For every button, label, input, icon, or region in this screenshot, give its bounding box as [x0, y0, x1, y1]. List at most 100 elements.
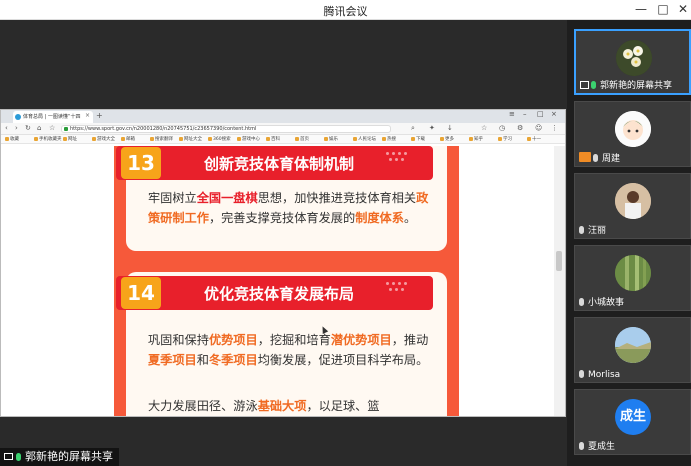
maximize-icon[interactable]: □: [654, 2, 672, 16]
section-13-card: 13 创新竞技体育体制机制 牢固树立全国一盘棋思想，加快推进竞技体育相关政策研制…: [116, 146, 447, 251]
highlight-text: 夏季项目: [148, 353, 197, 367]
section-14-card: 14 优化竞技体育发展布局 巩固和保持优势项目，挖掘和培育潜优势项目，推动夏季项…: [116, 272, 447, 416]
bookmark-item[interactable]: 首页: [295, 136, 309, 142]
address-bar: ‹ › ↻ ⌂ ☆ https://www.sport.gov.cn/n2000…: [1, 123, 565, 135]
participant-tile-wangli[interactable]: 汪丽: [574, 173, 691, 239]
text-run: 巩固和保持: [148, 333, 209, 347]
screen-share-indicator: 郭新艳的屏幕共享: [0, 448, 119, 466]
bookmark-item[interactable]: 娱乐: [324, 136, 338, 142]
text-run: ，以足球、篮: [306, 399, 380, 413]
home-icon[interactable]: ⌂: [37, 124, 41, 132]
participant-name-text: 小城故事: [588, 298, 625, 308]
decorative-dots-icon: [386, 152, 418, 166]
highlight-text: 全国一盘棋: [196, 191, 258, 205]
mic-muted-icon: [579, 370, 584, 378]
participant-name: 夏成生: [579, 439, 615, 452]
bookmark-item[interactable]: 360搜索: [208, 136, 231, 142]
photo-avatar-icon: [615, 183, 651, 219]
participant-name: 汪丽: [579, 223, 606, 236]
participant-tile-zhoujian[interactable]: 周建: [574, 101, 691, 167]
bookmark-item[interactable]: 手机收藏夹: [34, 136, 62, 142]
bookmark-item[interactable]: 下载: [411, 136, 425, 142]
section-14-paragraph-2: 大力发展田径、游泳基础大项，以足球、篮: [148, 396, 438, 416]
infographic-panel: 13 创新竞技体育体制机制 牢固树立全国一盘棋思想，加快推进竞技体育相关政策研制…: [114, 146, 459, 416]
text-run: ，推动: [391, 333, 429, 347]
section-13-paragraph: 牢固树立全国一盘棋思想，加快推进竞技体育相关政策研制工作，完善支撑竞技体育发展的…: [148, 188, 438, 228]
browser-minimize-icon[interactable]: –: [523, 110, 527, 118]
participant-tile-xiaocheng[interactable]: 小城故事: [574, 245, 691, 311]
shared-screen-area: 体育总局 | 一图读懂“十四 × + ≡ – □ × ‹ › ↻ ⌂ ☆ htt…: [0, 20, 567, 466]
bookmark-icon[interactable]: ☆: [481, 124, 487, 132]
section-14-number: 14: [121, 277, 161, 309]
url-field[interactable]: https://www.sport.gov.cn/n20001280/n2074…: [61, 125, 391, 133]
bookmark-item[interactable]: 更多: [440, 136, 454, 142]
bookmark-item[interactable]: 游戏大全: [92, 136, 115, 142]
host-badge-icon: [579, 152, 591, 162]
text-run: 牢固树立: [148, 191, 197, 205]
extension-icon[interactable]: ✦: [429, 124, 435, 132]
minimize-icon[interactable]: —: [632, 2, 650, 16]
section-13-number: 13: [121, 147, 161, 179]
participant-tile-xiachengsheng[interactable]: 成生 夏成生: [574, 389, 691, 455]
bookmark-item[interactable]: 知乎: [469, 136, 483, 142]
participant-name: 郭新艳的屏幕共享: [580, 78, 672, 91]
browser-menu-icon[interactable]: ≡: [509, 110, 515, 118]
highlight-text: 优势项目: [208, 333, 258, 347]
text-run: 均衡发展，促进项目科学布局。: [257, 353, 429, 367]
close-icon[interactable]: ✕: [674, 2, 691, 16]
user-icon[interactable]: ☺: [535, 124, 542, 132]
back-icon[interactable]: ‹: [5, 124, 8, 132]
participant-name: 小城故事: [579, 295, 624, 308]
participant-tile-screen-share[interactable]: 郭新艳的屏幕共享: [574, 29, 691, 95]
settings-icon[interactable]: ⚙: [517, 124, 523, 132]
title-bar: 腾讯会议 — □ ✕: [0, 0, 691, 20]
flower-avatar-icon: [616, 40, 652, 76]
bookmark-item[interactable]: 收藏: [5, 136, 19, 142]
initials-avatar: 成生: [615, 399, 651, 435]
text-run: 和: [196, 353, 209, 367]
more-icon[interactable]: ⋮: [551, 124, 558, 132]
tab-close-icon[interactable]: ×: [85, 112, 90, 119]
section-13-title: 创新竞技体育体制机制: [204, 155, 355, 173]
scrollbar-thumb[interactable]: [556, 251, 562, 271]
download-icon[interactable]: ↓: [447, 124, 453, 132]
refresh-icon[interactable]: ↻: [25, 124, 31, 132]
screen-share-icon: [580, 81, 589, 89]
search-icon[interactable]: ⌕: [411, 124, 415, 133]
participant-name: 周建: [579, 151, 620, 164]
highlight-text: 制度体系: [355, 211, 404, 225]
bookmark-item[interactable]: 人民论坛: [353, 136, 376, 142]
section-14-paragraph-1: 巩固和保持优势项目，挖掘和培育潜优势项目，推动夏季项目和冬季项目均衡发展，促进项…: [148, 330, 438, 370]
site-favicon-icon: [15, 114, 21, 120]
cartoon-avatar-icon: [615, 111, 651, 147]
bookmark-item[interactable]: 热搜: [382, 136, 396, 142]
bookmark-item[interactable]: 邮箱: [121, 136, 135, 142]
bookmark-item[interactable]: 网址大全: [179, 136, 202, 142]
page-scrollbar[interactable]: [554, 146, 565, 416]
participant-name-text: 汪丽: [588, 226, 607, 236]
bookmark-item[interactable]: 游戏中心: [237, 136, 260, 142]
new-tab-icon[interactable]: +: [96, 111, 103, 120]
highlight-text: 基础大项: [257, 399, 307, 413]
browser-close-icon[interactable]: ×: [551, 110, 557, 118]
text-run: 思想，加快推进竞技体育相关: [257, 191, 417, 205]
bookmarks-bar: 收藏 手机收藏夹 网址 游戏大全 邮箱 搜索翻译 网址大全 360搜索 游戏中心 百科 首页 娱乐 人民…: [1, 135, 565, 144]
participant-sidebar: 郭新艳的屏幕共享 周建 汪丽 小城故事 Morlisa 成生 夏成生: [567, 20, 691, 466]
bookmark-item[interactable]: 学习: [498, 136, 512, 142]
browser-tab[interactable]: 体育总局 | 一图读懂“十四 ×: [13, 111, 93, 123]
participant-name-text: Morlisa: [588, 370, 621, 380]
history-icon[interactable]: ◷: [499, 124, 505, 132]
bookmark-item[interactable]: 百科: [266, 136, 280, 142]
bookmark-item[interactable]: 十一: [527, 136, 541, 142]
participant-name-text: 周建: [602, 154, 621, 164]
bookmark-item[interactable]: 搜索翻译: [150, 136, 173, 142]
forward-icon[interactable]: ›: [15, 124, 18, 132]
browser-maximize-icon[interactable]: □: [537, 110, 544, 118]
plant-avatar-icon: [615, 255, 651, 291]
mic-on-icon: [591, 81, 596, 89]
star-icon[interactable]: ☆: [49, 124, 55, 132]
section-14-title: 优化竞技体育发展布局: [204, 285, 355, 303]
decorative-dots-icon: [386, 282, 418, 296]
participant-tile-morlisa[interactable]: Morlisa: [574, 317, 691, 383]
bookmark-item[interactable]: 网址: [63, 136, 77, 142]
